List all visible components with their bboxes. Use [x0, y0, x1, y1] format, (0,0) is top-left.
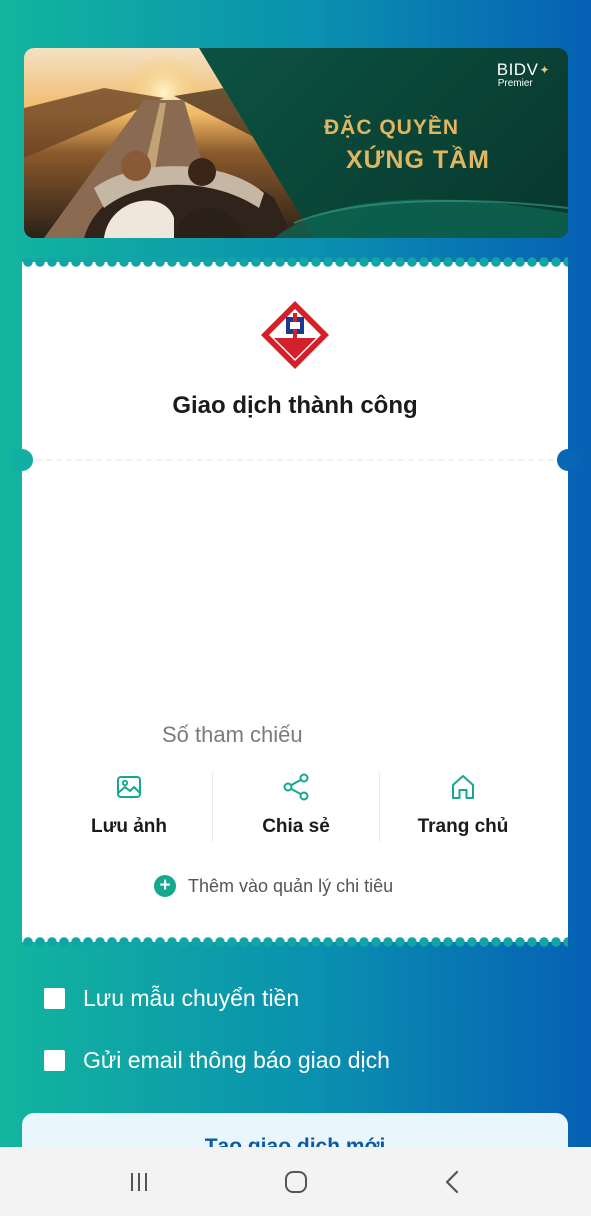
send-email-option[interactable]: Gửi email thông báo giao dịch [44, 1047, 390, 1074]
plus-circle-icon: + [154, 875, 176, 897]
recent-apps-button[interactable] [119, 1162, 159, 1202]
receipt-divider [36, 459, 554, 461]
reference-number-label: Số tham chiếu [162, 722, 303, 747]
save-template-option[interactable]: Lưu mẫu chuyển tiền [44, 985, 299, 1012]
home-circle-icon [284, 1170, 307, 1193]
receipt-notch-left [11, 449, 33, 471]
premier-diamond-icon: ✦ [539, 63, 550, 77]
system-nav-bar [0, 1147, 591, 1216]
transaction-status-title: Giao dịch thành công [172, 392, 418, 419]
home-button[interactable]: Trang chủ [379, 772, 546, 842]
share-icon [283, 773, 309, 801]
share-button[interactable]: Chia sẻ [212, 772, 379, 842]
banner-slogan: ĐẶC QUYỀN XỨNG TẦM [324, 116, 490, 175]
share-label: Chia sẻ [262, 816, 330, 837]
brand-name: BIDV [496, 60, 539, 79]
image-icon [117, 776, 141, 798]
receipt-bottom-edge [22, 937, 568, 947]
save-template-checkbox[interactable] [44, 988, 65, 1009]
save-template-label: Lưu mẫu chuyển tiền [83, 985, 300, 1011]
bidv-logo-icon [261, 301, 329, 369]
recent-apps-icon [130, 1172, 147, 1191]
save-image-label: Lưu ảnh [90, 816, 168, 837]
bidv-premier-logo: BIDV✦ Premier [496, 60, 550, 89]
save-image-button[interactable]: Lưu ảnh [46, 772, 212, 842]
tier-name: Premier [497, 78, 533, 89]
receipt-top-edge [22, 257, 568, 267]
back-chevron-icon [445, 1170, 458, 1193]
home-icon [452, 775, 474, 799]
receipt-actions: Lưu ảnh Chia sẻ Trang chủ [46, 772, 546, 842]
home-nav-button[interactable] [276, 1162, 316, 1202]
send-email-checkbox[interactable] [44, 1050, 65, 1071]
promo-banner[interactable]: BIDV✦ Premier ĐẶC QUYỀN XỨNG TẦM [24, 48, 568, 238]
add-expense-label: Thêm vào quản lý chi tiêu [188, 875, 394, 896]
slogan-line2: XỨNG TẦM [346, 146, 491, 174]
add-to-expense-manager-link[interactable]: + Thêm vào quản lý chi tiêu [154, 875, 393, 897]
home-label: Trang chủ [417, 816, 509, 837]
back-button[interactable] [433, 1162, 473, 1202]
slogan-line1: ĐẶC QUYỀN [324, 116, 460, 139]
receipt-card: Giao dịch thành công Số tham chiếu Lưu ả… [11, 257, 579, 947]
send-email-label: Gửi email thông báo giao dịch [83, 1047, 390, 1073]
receipt-notch-right [557, 449, 579, 471]
